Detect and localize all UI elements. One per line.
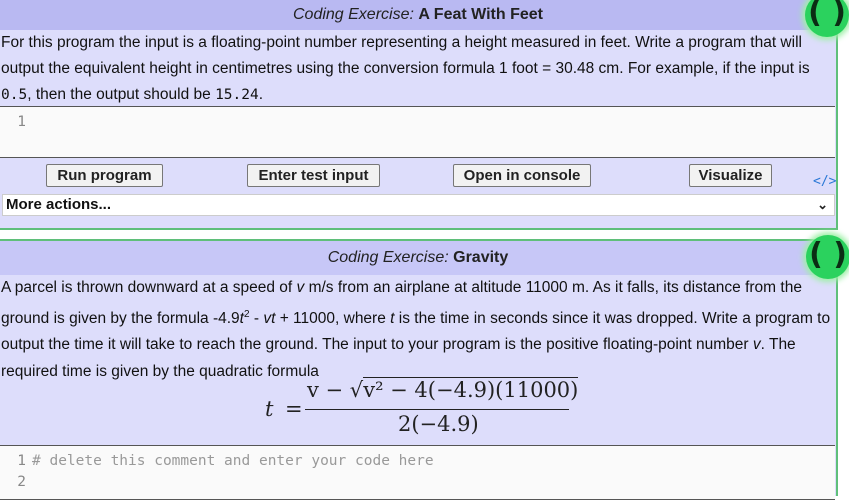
formula-numerator: v − √v² − 4(−4.9)(11000): [307, 377, 579, 402]
exercise-description: A parcel is thrown downward at a speed o…: [0, 275, 836, 385]
line-number: 1: [17, 114, 26, 130]
parens-badge-icon[interactable]: ( ): [806, 235, 849, 279]
numerator-radicand: v² − 4(−4.9)(11000): [363, 377, 579, 402]
visualize-button[interactable]: Visualize: [689, 164, 772, 187]
exercise-title-name: Gravity: [453, 249, 509, 266]
chevron-down-icon: ⌄: [817, 197, 828, 212]
variable-v: v: [752, 336, 761, 354]
line-number: 2: [17, 474, 26, 490]
variable-vt: vt: [263, 309, 276, 327]
exercise-title-name: A Feat With Feet: [418, 6, 543, 23]
code-editor[interactable]: 1: [0, 106, 835, 158]
numerator-prefix: v − √: [307, 378, 364, 402]
exercise-a-feat-with-feet: Coding Exercise: A Feat With Feet For th…: [0, 0, 838, 230]
description-text: + 11000, where: [275, 309, 391, 327]
description-text: For this program the input is a floating…: [1, 34, 810, 77]
formula-denominator: 2(−4.9): [398, 412, 479, 436]
parens-badge-icon[interactable]: ( ): [805, 0, 849, 37]
formula-lhs: t: [265, 397, 274, 421]
description-text: A parcel is thrown downward at a speed o…: [1, 279, 297, 296]
exercise-title-bar: Coding Exercise: Gravity: [0, 241, 836, 275]
code-line-comment[interactable]: # delete this comment and enter your cod…: [32, 451, 434, 472]
exercise-gravity: Coding Exercise: Gravity A parcel is thr…: [0, 239, 838, 500]
fraction-bar: [305, 409, 569, 410]
more-actions-select[interactable]: More actions... ⌄: [2, 194, 835, 216]
line-number: 1: [17, 453, 26, 469]
example-input: 0.5: [1, 87, 28, 103]
description-text: .: [258, 86, 264, 103]
code-editor[interactable]: 1 2 # delete this comment and enter your…: [0, 445, 835, 500]
more-actions-label: More actions...: [6, 196, 112, 213]
description-text: -: [249, 309, 264, 327]
exercise-title-prefix: Coding Exercise:: [327, 249, 449, 266]
example-output: 15.24: [215, 87, 259, 103]
open-in-console-button[interactable]: Open in console: [453, 164, 591, 187]
exercise-title-bar: Coding Exercise: A Feat With Feet: [0, 0, 836, 30]
exercise-description: For this program the input is a floating…: [0, 30, 836, 108]
run-program-button[interactable]: Run program: [46, 164, 163, 187]
line-numbers: 1: [0, 107, 26, 133]
enter-test-input-button[interactable]: Enter test input: [247, 164, 380, 187]
description-text: , then the output should be: [27, 86, 216, 103]
formula-equals: =: [285, 397, 303, 421]
exercise-title-prefix: Coding Exercise:: [292, 6, 414, 23]
code-embed-icon[interactable]: </>: [813, 174, 836, 189]
line-numbers: 1 2: [0, 446, 26, 493]
